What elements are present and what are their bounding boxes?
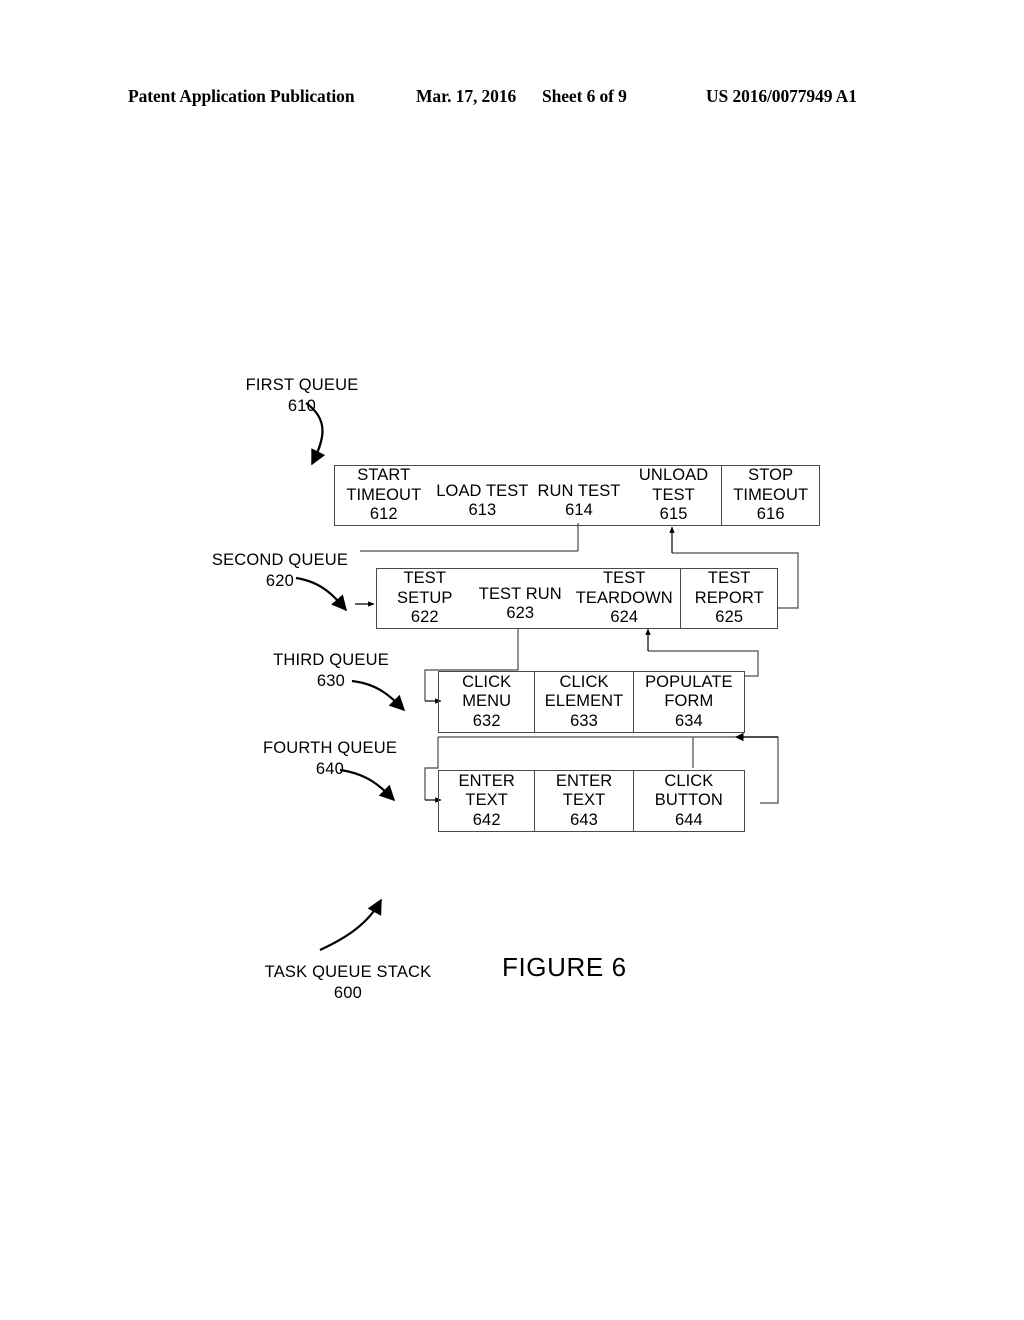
queue-cell-click-element-number: 633 <box>570 711 598 730</box>
queue-cell-test-run-label: TEST RUN <box>478 584 562 603</box>
queue-cell-enter-text-642-label: ENTER TEXT <box>458 771 515 810</box>
queue-cell-enter-text-643-number: 643 <box>570 810 598 829</box>
queue-cell-unload-test-number: 615 <box>659 505 688 524</box>
queue-cell-test-report-number: 625 <box>715 608 744 627</box>
queue-cell-run-test[interactable]: RUN TEST 614 <box>532 466 626 525</box>
queue-cell-populate-form-number: 634 <box>674 711 703 730</box>
queue-cell-test-report-label: TEST REPORT <box>694 569 764 607</box>
callout-second-queue: SECOND QUEUE 620 <box>186 550 374 592</box>
second-queue-row: TEST SETUP 622 TEST RUN 623 TEST TEARDOW… <box>376 568 778 629</box>
third-queue-row: CLICK MENU 632 CLICK ELEMENT 633 POPULAT… <box>438 671 745 733</box>
queue-cell-test-report[interactable]: TEST REPORT 625 <box>680 569 777 628</box>
queue-cell-load-test[interactable]: LOAD TEST 613 <box>433 466 533 525</box>
callout-first-queue: FIRST QUEUE 610 <box>222 375 382 417</box>
queue-cell-enter-text-642-number: 642 <box>472 810 501 829</box>
callout-third-queue-label: THIRD QUEUE <box>273 651 389 669</box>
queue-cell-populate-form-label: POPULATE FORM <box>645 672 733 711</box>
queue-cell-start-timeout-label: START TIMEOUT <box>346 466 422 504</box>
queue-cell-test-teardown-label: TEST TEARDOWN <box>575 569 673 607</box>
queue-cell-test-run-number: 623 <box>506 604 535 622</box>
queue-cell-enter-text-642[interactable]: ENTER TEXT 642 <box>439 771 534 831</box>
queue-cell-start-timeout[interactable]: START TIMEOUT 612 <box>335 466 433 525</box>
callout-fourth-queue-label: FOURTH QUEUE <box>262 739 398 757</box>
queue-cell-click-menu-label: CLICK MENU <box>462 672 512 711</box>
connector-lines <box>295 402 799 951</box>
callout-second-queue-label: SECOND QUEUE <box>211 551 349 569</box>
queue-cell-stop-timeout-number: 616 <box>756 505 785 524</box>
callout-fourth-queue: FOURTH QUEUE 640 <box>238 738 422 780</box>
queue-cell-load-test-number: 613 <box>468 501 497 519</box>
queue-cell-click-element-label: CLICK ELEMENT <box>544 672 624 711</box>
figure-drawing: FIRST QUEUE 610 START TIMEOUT 612 LOAD T… <box>0 0 1024 1320</box>
callout-task-queue-stack: TASK QUEUE STACK 600 <box>258 962 438 1004</box>
callout-task-queue-stack-number: 600 <box>333 984 363 1002</box>
queue-cell-test-setup-label: TEST SETUP <box>397 569 453 607</box>
queue-cell-enter-text-643[interactable]: ENTER TEXT 643 <box>534 771 632 831</box>
queue-cell-run-test-number: 614 <box>565 501 593 519</box>
queue-cell-stop-timeout[interactable]: STOP TIMEOUT 616 <box>721 466 819 525</box>
queue-cell-click-button-label: CLICK BUTTON <box>654 771 723 810</box>
queue-cell-unload-test-label: UNLOAD TEST <box>638 466 709 504</box>
queue-cell-click-element[interactable]: CLICK ELEMENT 633 <box>534 672 632 732</box>
queue-cell-populate-form[interactable]: POPULATE FORM 634 <box>632 672 744 732</box>
callout-first-queue-number: 610 <box>287 397 317 415</box>
queue-cell-start-timeout-number: 612 <box>369 505 398 524</box>
queue-cell-click-button[interactable]: CLICK BUTTON 644 <box>632 771 744 831</box>
callout-task-queue-stack-label: TASK QUEUE STACK <box>264 963 432 981</box>
queue-cell-click-menu[interactable]: CLICK MENU 632 <box>439 672 534 732</box>
queue-cell-stop-timeout-label: STOP TIMEOUT <box>733 466 809 504</box>
first-queue-row: START TIMEOUT 612 LOAD TEST 613 RUN TEST… <box>334 465 820 526</box>
queue-cell-unload-test[interactable]: UNLOAD TEST 615 <box>626 466 722 525</box>
callout-third-queue-number: 630 <box>316 672 346 690</box>
callout-third-queue: THIRD QUEUE 630 <box>246 650 416 692</box>
callout-second-queue-number: 620 <box>265 572 295 590</box>
queue-cell-run-test-label: RUN TEST <box>537 481 621 500</box>
queue-cell-test-teardown-number: 624 <box>610 608 639 627</box>
callout-first-queue-label: FIRST QUEUE <box>245 376 359 394</box>
callout-fourth-queue-number: 640 <box>315 760 345 778</box>
queue-cell-test-setup[interactable]: TEST SETUP 622 <box>377 569 473 628</box>
queue-cell-test-setup-number: 622 <box>410 608 439 627</box>
queue-cell-click-menu-number: 632 <box>472 711 501 730</box>
queue-cell-test-run[interactable]: TEST RUN 623 <box>473 569 569 628</box>
figure-caption: FIGURE 6 <box>502 952 627 982</box>
queue-cell-click-button-number: 644 <box>674 810 703 829</box>
queue-cell-load-test-label: LOAD TEST <box>436 481 529 500</box>
fourth-queue-row: ENTER TEXT 642 ENTER TEXT 643 CLICK BUTT… <box>438 770 745 832</box>
queue-cell-enter-text-643-label: ENTER TEXT <box>555 771 613 810</box>
queue-cell-test-teardown[interactable]: TEST TEARDOWN 624 <box>568 569 680 628</box>
